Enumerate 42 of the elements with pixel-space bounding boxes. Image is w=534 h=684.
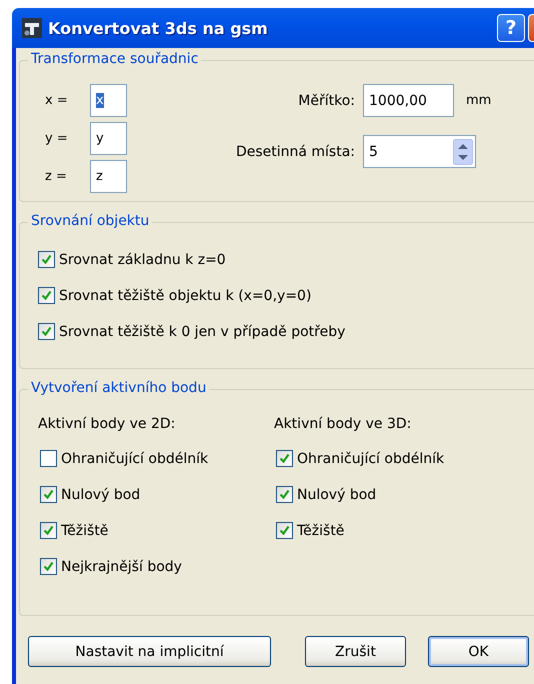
checkbox[interactable]	[40, 486, 57, 503]
window-title: Konvertovat 3ds na gsm	[48, 18, 269, 38]
coordinate-label: y =	[45, 131, 69, 146]
unit-label: mm	[466, 93, 492, 108]
input-field[interactable]: x	[90, 84, 127, 117]
column-heading: Aktivní body ve 2D:	[38, 416, 176, 432]
dialog-button[interactable]: Zrušit	[305, 636, 406, 667]
checkbox[interactable]	[40, 558, 57, 575]
coordinate-label: x =	[45, 93, 69, 108]
dialog-button[interactable]: OK	[428, 636, 529, 667]
checkbox-label: Těžiště	[297, 522, 344, 538]
checkbox[interactable]	[38, 251, 55, 268]
input-field[interactable]: y	[90, 122, 127, 155]
checkbox-label: Nulový bod	[297, 486, 376, 502]
checkbox[interactable]	[276, 522, 293, 539]
checkbox-label: Nejkrajnější body	[61, 558, 182, 574]
checkbox-label: Srovnat těžiště objektu k (x=0,y=0)	[59, 288, 312, 304]
coordinate-label: z =	[45, 169, 68, 184]
field-label: Měřítko:	[297, 92, 355, 108]
checkbox[interactable]	[38, 323, 55, 340]
help-button[interactable]: ?	[497, 14, 525, 42]
checkbox[interactable]	[40, 450, 57, 467]
dialog-button[interactable]: Nastavit na implicitní	[28, 636, 271, 667]
group-title: Vytvoření aktivního bodu	[28, 380, 210, 396]
column-heading: Aktivní body ve 3D:	[274, 416, 412, 432]
input-field[interactable]: z	[90, 160, 127, 193]
app-icon	[22, 18, 42, 38]
checkbox[interactable]	[38, 287, 55, 304]
checkbox-label: Srovnat těžiště k 0 jen v případě potřeby	[59, 324, 346, 340]
checkbox-label: Srovnat základnu k z=0	[59, 252, 226, 268]
group-title: Srovnání objektu	[28, 213, 152, 229]
checkbox[interactable]	[40, 522, 57, 539]
checkbox[interactable]	[276, 450, 293, 467]
checkbox-label: Ohraničující obdélník	[297, 450, 444, 466]
checkbox-label: Ohraničující obdélník	[61, 450, 208, 466]
checkbox-label: Těžiště	[61, 522, 108, 538]
input-field[interactable]: 1000,00	[363, 84, 454, 117]
field-label: Desetinná místa:	[234, 144, 355, 160]
spin-arrows-icon[interactable]	[453, 138, 473, 164]
spin-field[interactable]: 5	[363, 135, 476, 168]
checkbox-label: Nulový bod	[61, 486, 140, 502]
checkbox[interactable]	[276, 486, 293, 503]
